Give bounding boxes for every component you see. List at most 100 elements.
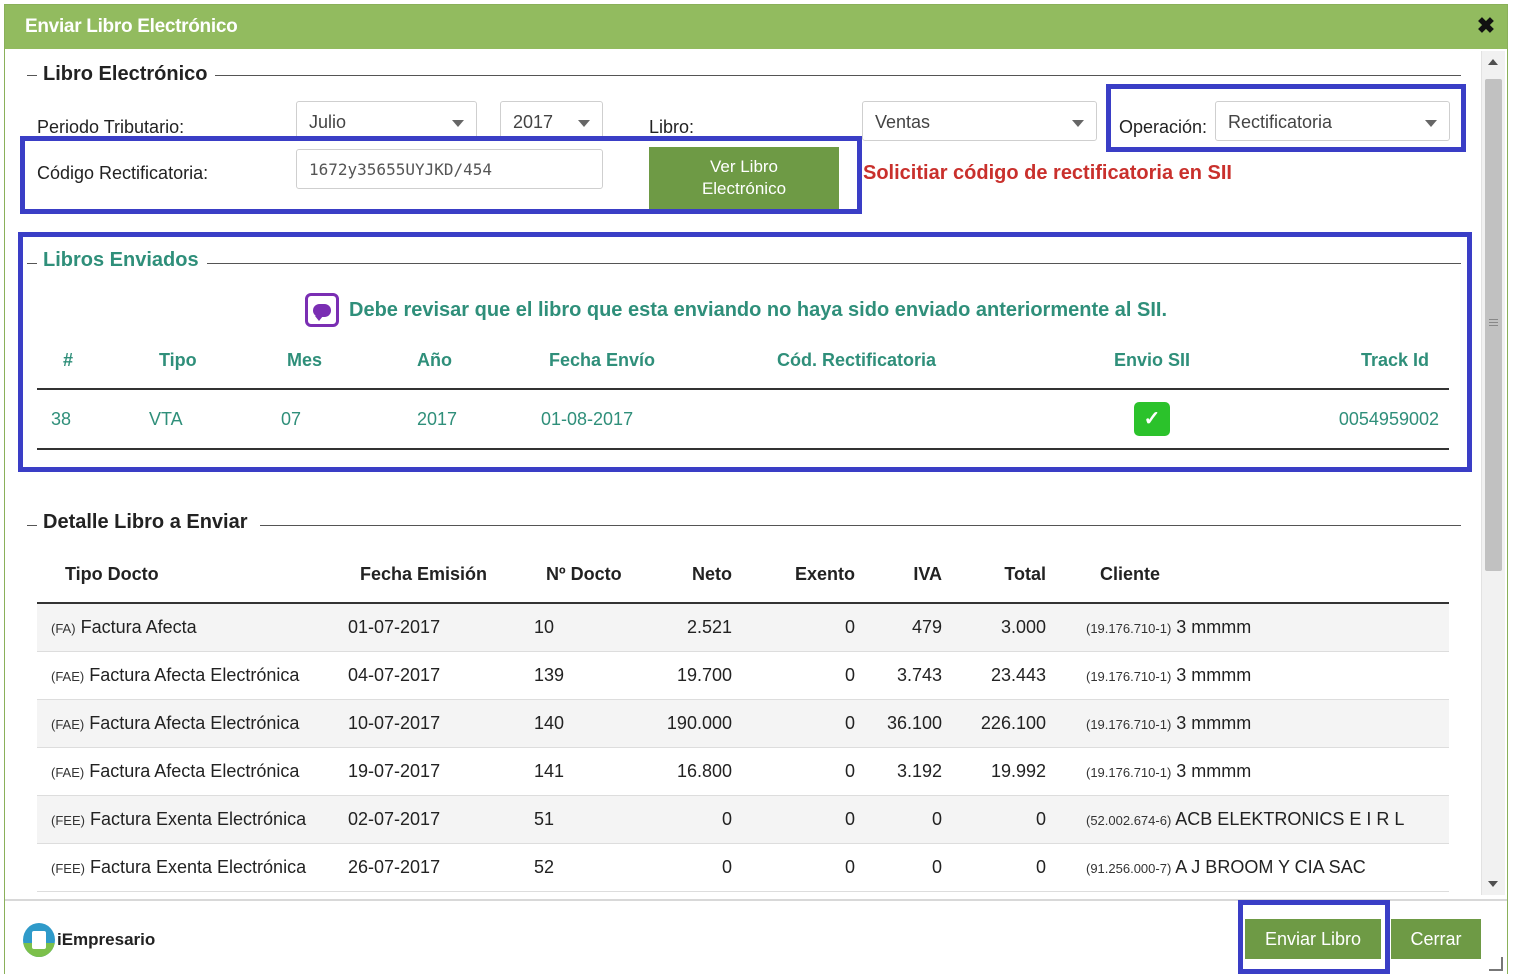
vertical-scrollbar[interactable]: [1481, 51, 1505, 895]
col-neto: Neto: [636, 547, 742, 604]
cell-iva: 3.192: [860, 747, 952, 796]
cell-num: 141: [534, 747, 636, 796]
dialog-titlebar[interactable]: Enviar Libro Electrónico ✖: [5, 5, 1507, 49]
table-row: (FAE) Factura Afecta Electrónica 10-07-20…: [37, 699, 1449, 748]
client-name: 3 mmmm: [1176, 760, 1252, 781]
cell-tipo-docto: (FAE) Factura Afecta Electrónica: [37, 747, 348, 796]
col-n-docto: Nº Docto: [534, 547, 636, 604]
scroll-down-icon[interactable]: [1488, 881, 1498, 887]
rectificatoria-warning: Solicitiar código de rectificatoria en S…: [863, 162, 1232, 184]
table-row: (FEE) Factura Exenta Electrónica 02-07-20…: [37, 795, 1449, 844]
client-name: A J BROOM Y CIA SAC: [1175, 856, 1366, 877]
col-tipo: Tipo: [107, 333, 235, 390]
detail-table: Tipo Docto Fecha Emisión Nº Docto Neto E…: [37, 547, 1449, 892]
year-value: 2017: [513, 112, 554, 132]
col-exento: Exento: [742, 547, 860, 604]
cell-cod: [717, 389, 1061, 450]
ver-libro-button[interactable]: Ver Libro Electrónico: [649, 147, 839, 211]
cell-fecha: 01-07-2017: [348, 603, 534, 652]
doc-type: Factura Exenta Electrónica: [89, 856, 307, 877]
rut: (91.256.000-7): [1086, 860, 1172, 876]
doc-prefix: (FAE): [51, 764, 85, 780]
duplicate-notice: Debe revisar que el libro que esta envia…: [305, 293, 1167, 327]
chevron-down-icon: [452, 120, 464, 127]
doc-prefix: (FAE): [51, 668, 85, 684]
cell-exento: 0: [742, 795, 860, 844]
chevron-down-icon: [1425, 120, 1437, 127]
ver-libro-label-1: Ver Libro: [709, 157, 779, 176]
col-fecha-emision: Fecha Emisión: [348, 547, 534, 604]
fieldset-line: [215, 75, 1461, 76]
doc-type: Factura Afecta Electrónica: [89, 760, 300, 781]
fieldset-line: [201, 263, 1461, 264]
detail-body: (FA) Factura Afecta 01-07-2017 10 2.521 0 479…: [37, 603, 1449, 892]
rut: (19.176.710-1): [1086, 620, 1172, 636]
cerrar-button[interactable]: Cerrar: [1391, 919, 1481, 959]
enviar-libro-dialog: Enviar Libro Electrónico ✖ Libro Electró…: [4, 4, 1508, 974]
cell-num: 139: [534, 651, 636, 700]
col-cod: Cód. Rectificatoria: [717, 333, 1061, 390]
cell-total: 226.100: [952, 699, 1056, 748]
operacion-select[interactable]: Rectificatoria: [1215, 101, 1450, 141]
col-iva: IVA: [860, 547, 952, 604]
cell-iva: 3.743: [860, 651, 952, 700]
client-name: 3 mmmm: [1176, 664, 1252, 685]
cell-num: 38: [37, 389, 107, 450]
cell-cliente: (19.176.710-1) 3 mmmm: [1056, 699, 1449, 748]
cell-total: 0: [952, 795, 1056, 844]
cell-cliente: (19.176.710-1) 3 mmmm: [1056, 603, 1449, 652]
col-fecha: Fecha Envío: [497, 333, 717, 390]
cell-num: 51: [534, 795, 636, 844]
dialog-content: Libro Electrónico Periodo Tributario: Ju…: [5, 49, 1479, 899]
cell-fecha: 10-07-2017: [348, 699, 534, 748]
doc-prefix: (FEE): [51, 860, 85, 876]
cell-tipo-docto: (FAE) Factura Afecta Electrónica: [37, 651, 348, 700]
doc-type: Factura Exenta Electrónica: [89, 808, 307, 829]
doc-prefix: (FAE): [51, 716, 85, 732]
cell-neto: 2.521: [636, 603, 742, 652]
operacion-value: Rectificatoria: [1228, 112, 1333, 132]
cell-fecha: 04-07-2017: [348, 651, 534, 700]
col-tipo-docto: Tipo Docto: [37, 547, 348, 604]
cell-total: 3.000: [952, 603, 1056, 652]
close-icon[interactable]: ✖: [1475, 15, 1497, 37]
cell-track: 0054959002: [1243, 389, 1449, 450]
libro-label: Libro:: [649, 117, 695, 137]
table-header-row: # Tipo Mes Año Fecha Envío Cód. Rectific…: [37, 333, 1449, 390]
cell-fecha: 19-07-2017: [348, 747, 534, 796]
cell-neto: 0: [636, 843, 742, 892]
cell-neto: 16.800: [636, 747, 742, 796]
ver-libro-label-2: Electrónico: [701, 179, 787, 198]
cell-tipo-docto: (FA) Factura Afecta: [37, 603, 348, 652]
scroll-up-icon[interactable]: [1488, 59, 1498, 65]
doc-type: Factura Afecta Electrónica: [89, 664, 300, 685]
doc-type: Factura Afecta: [80, 616, 197, 637]
rut: (52.002.674-6): [1086, 812, 1172, 828]
year-select[interactable]: 2017: [500, 101, 603, 141]
col-envio: Envio SII: [1061, 333, 1243, 390]
cell-total: 23.443: [952, 651, 1056, 700]
fieldset-line: [260, 525, 1461, 526]
codigo-input[interactable]: 1672y35655UYJKD/454: [296, 149, 603, 189]
chevron-down-icon: [578, 120, 590, 127]
table-header-row: Tipo Docto Fecha Emisión Nº Docto Neto E…: [37, 547, 1449, 604]
fieldset-dash: [27, 75, 37, 76]
month-select[interactable]: Julio: [296, 101, 477, 141]
cell-tipo-docto: (FEE) Factura Exenta Electrónica: [37, 843, 348, 892]
enviar-libro-button[interactable]: Enviar Libro: [1245, 919, 1381, 959]
cell-total: 0: [952, 843, 1056, 892]
cell-iva: 36.100: [860, 699, 952, 748]
cell-neto: 19.700: [636, 651, 742, 700]
cell-anio: 2017: [367, 389, 497, 450]
grip-icon: [1489, 319, 1498, 320]
libro-select[interactable]: Ventas: [862, 101, 1097, 141]
table-row: (FAE) Factura Afecta Electrónica 04-07-20…: [37, 651, 1449, 700]
scroll-thumb[interactable]: [1485, 79, 1502, 571]
cell-tipo: VTA: [107, 389, 235, 450]
cell-fecha: 01-08-2017: [497, 389, 717, 450]
resize-handle-icon[interactable]: [1489, 957, 1503, 971]
cell-cliente: (19.176.710-1) 3 mmmm: [1056, 747, 1449, 796]
cell-cliente: (52.002.674-6) ACB ELEKTRONICS E I R L: [1056, 795, 1449, 844]
chevron-down-icon: [1072, 120, 1084, 127]
cell-envio: ✓: [1061, 389, 1243, 450]
